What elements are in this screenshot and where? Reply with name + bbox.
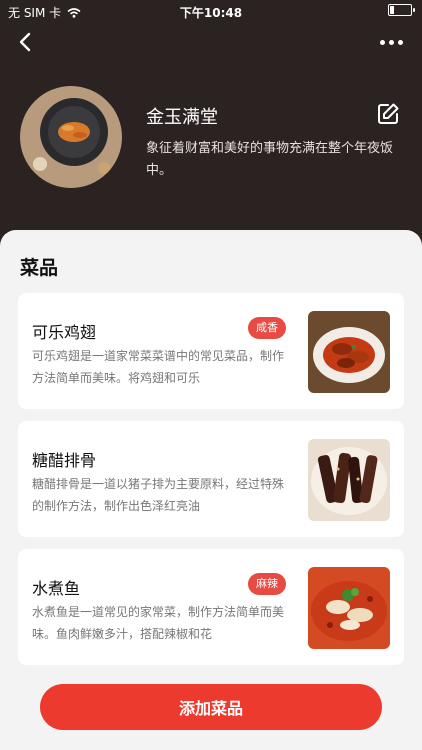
dish-name: 糖醋排骨 bbox=[32, 451, 97, 470]
dish-image bbox=[308, 567, 390, 649]
dish-card[interactable]: 可乐鸡翅 咸香 可乐鸡翅是一道家常菜菜谱中的常见菜品，制作方法简单而美味。将鸡翅… bbox=[18, 293, 404, 409]
dish-description: 水煮鱼是一道常见的家常菜，制作方法简单而美味。鱼肉鲜嫩多汁，搭配辣椒和花 bbox=[32, 605, 285, 641]
dish-description: 可乐鸡翅是一道家常菜菜谱中的常见菜品，制作方法简单而美味。将鸡翅和可乐 bbox=[32, 349, 285, 385]
dish-image bbox=[308, 311, 390, 393]
battery-icon bbox=[388, 4, 415, 16]
dish-description: 糖醋排骨是一道以猪子排为主要原料，经过特殊的制作方法，制作出色泽红亮油 bbox=[32, 477, 285, 513]
nav-bar bbox=[0, 26, 422, 58]
dish-tag: 麻辣 bbox=[248, 573, 286, 595]
dish-name: 可乐鸡翅 bbox=[32, 323, 97, 342]
edit-icon[interactable] bbox=[376, 102, 400, 126]
dish-card[interactable]: 水煮鱼 麻辣 水煮鱼是一道常见的家常菜，制作方法简单而美味。鱼肉鲜嫩多汁，搭配辣… bbox=[18, 549, 404, 665]
status-bar: 无 SIM 卡 下午10:48 bbox=[0, 0, 422, 22]
collection-title: 金玉满堂 bbox=[146, 107, 218, 128]
more-dots-icon[interactable] bbox=[380, 34, 406, 50]
add-dish-button[interactable]: 添加菜品 bbox=[40, 684, 382, 730]
back-chevron-icon[interactable] bbox=[14, 30, 38, 54]
collection-description: 象征着财富和美好的事物充满在整个年夜饭中。 bbox=[146, 141, 394, 178]
dish-tag: 咸香 bbox=[248, 317, 286, 339]
section-title: 菜品 bbox=[20, 257, 59, 279]
dish-image bbox=[308, 439, 390, 521]
clock: 下午10:48 bbox=[179, 6, 243, 20]
dish-card[interactable]: 糖醋排骨 糖醋排骨是一道以猪子排为主要原料，经过特殊的制作方法，制作出色泽红亮油 bbox=[18, 421, 404, 537]
cover-image[interactable] bbox=[20, 86, 122, 188]
dish-name: 水煮鱼 bbox=[32, 579, 81, 598]
